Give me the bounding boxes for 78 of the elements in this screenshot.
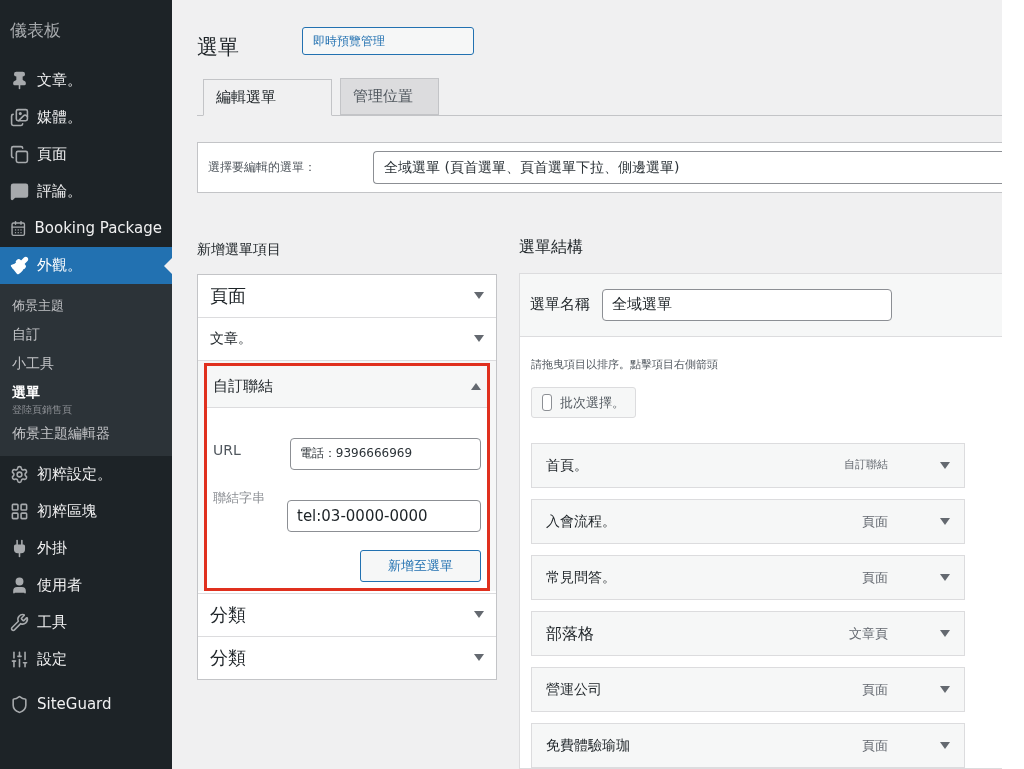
caret-down-icon (940, 742, 950, 749)
field-label: 選擇要編輯的選單： (208, 159, 317, 176)
submenu-item[interactable]: 佈景主題 (12, 296, 160, 316)
menu-item-bar[interactable]: 常見問答。 頁面 (531, 555, 965, 600)
item-type: 文章頁 (849, 624, 888, 643)
checkbox[interactable] (542, 394, 552, 411)
accordion-header[interactable]: 頁面 (198, 274, 496, 317)
hint-text: 請拖曳項目以排序。點擊項目右側箭頭 (531, 356, 719, 373)
item-type: 自訂聯結 (844, 457, 888, 474)
paintbrush-icon (10, 256, 29, 275)
calendar-icon (10, 219, 27, 238)
menu-item[interactable]: 使用者 (0, 566, 172, 604)
menu-select[interactable]: 全域選單 (頁首選單、頁首選單下拉、側邊選單) (373, 150, 1002, 184)
menu-item[interactable]: 設定 (0, 640, 172, 678)
menu-item[interactable]: 初粹區塊 (0, 492, 172, 530)
link-text-field[interactable]: tel:03-0000-0000 (287, 499, 481, 532)
menu-item-bar[interactable]: 入會流程。 頁面 (531, 499, 965, 544)
sliders-icon (10, 649, 29, 669)
menu-item[interactable]: 工具 (0, 603, 172, 641)
bulk-select-button[interactable]: 批次選擇。 (531, 387, 636, 418)
menu-item-bar[interactable]: 部落格 文章頁 (531, 611, 965, 656)
live-preview-button[interactable]: 即時預覽管理 (302, 26, 474, 55)
caret-down-icon (474, 335, 484, 342)
menu-item[interactable]: 媒體。 (0, 99, 172, 136)
menu-name-field[interactable]: 全域選單 (602, 288, 892, 321)
submenu-item[interactable]: 小工具 (12, 352, 160, 374)
section-heading: 新增選單項目 (197, 239, 282, 259)
pin-icon (10, 71, 29, 90)
menu-item[interactable]: 儀表板 (10, 18, 61, 44)
accordion-header[interactable]: 自訂聯結 (207, 365, 487, 408)
field-label: 聯結字串 (213, 488, 266, 507)
url-field[interactable]: 電話：9396666969 (289, 437, 481, 470)
caret-down-icon (940, 462, 950, 469)
caret-down-icon (474, 611, 484, 618)
item-type: 頁面 (862, 512, 888, 531)
item-type: 頁面 (862, 680, 888, 699)
accordion-header[interactable]: 分類 (198, 636, 496, 679)
menu-item[interactable]: SiteGuard (0, 685, 172, 723)
shield-icon (10, 694, 29, 714)
menu-item-bar[interactable]: 首頁。 自訂聯結 (531, 443, 965, 488)
submenu-item[interactable]: 佈景主題編輯器 (12, 422, 160, 444)
menu-item-bar[interactable]: 營運公司 頁面 (531, 667, 965, 712)
submenu-note: 登陸頁銷售頁 (12, 404, 73, 415)
submenu-item[interactable]: 自訂 (12, 323, 160, 345)
caret-down-icon (940, 630, 950, 637)
item-type: 頁面 (862, 736, 888, 755)
accordion-header[interactable]: 文章。 (198, 317, 496, 360)
submenu-item[interactable]: 選單 (12, 381, 160, 403)
menu-item[interactable]: 外觀。 (0, 247, 172, 284)
menu-item[interactable]: 評論。 (0, 173, 172, 210)
menu-item[interactable]: 頁面 (0, 136, 172, 173)
wrench-icon (10, 612, 29, 632)
user-icon (10, 575, 29, 595)
menu-item-bar[interactable]: 免費體驗瑜珈 頁面 (531, 723, 965, 768)
caret-down-icon (940, 686, 950, 693)
page-title: 選單 (197, 34, 239, 61)
caret-down-icon (940, 574, 950, 581)
menu-item[interactable]: 文章。 (0, 62, 172, 99)
menu-item[interactable]: 初粹設定。 (0, 455, 172, 493)
caret-down-icon (474, 292, 484, 299)
media-icon (10, 108, 29, 127)
field-label: 選單名稱 (530, 294, 590, 316)
caret-down-icon (940, 518, 950, 525)
grid-icon (10, 501, 29, 521)
menu-item[interactable]: Booking Package (0, 210, 172, 247)
add-to-menu-button[interactable]: 新增至選單 (360, 549, 481, 582)
pages-icon (10, 145, 29, 164)
section-heading: 選單結構 (519, 235, 584, 258)
field-label: URL (213, 440, 242, 460)
comment-icon (10, 182, 29, 201)
caret-down-icon (474, 654, 484, 661)
accordion-header[interactable]: 分類 (198, 593, 496, 636)
tab[interactable]: 編輯選單 (203, 78, 332, 116)
tab[interactable]: 管理位置 (340, 77, 439, 115)
item-type: 頁面 (862, 568, 888, 587)
settings-icon (10, 464, 29, 484)
caret-up-icon (471, 382, 481, 390)
menu-item[interactable]: 外掛 (0, 529, 172, 567)
